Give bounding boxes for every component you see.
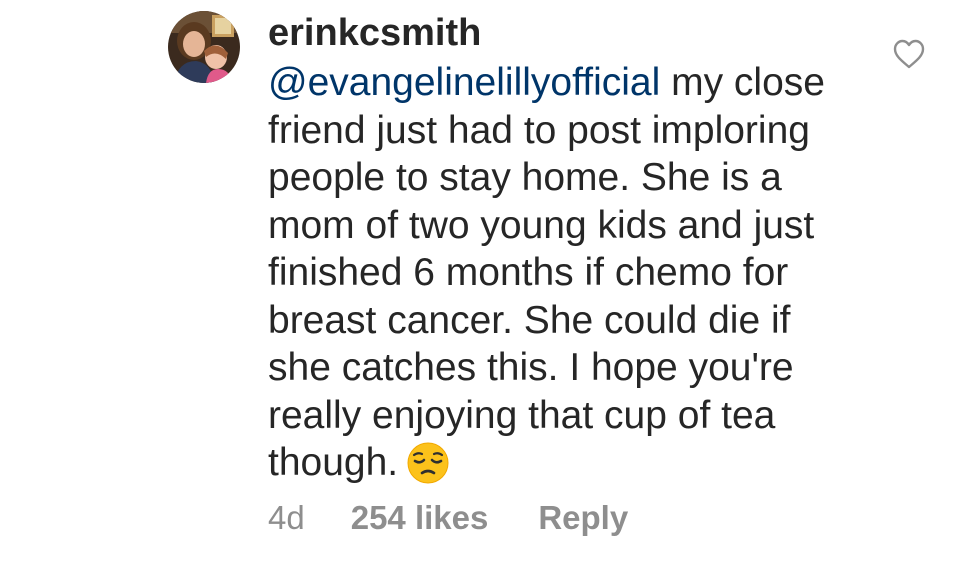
mention-link[interactable]: @evangelinelillyofficial [268,61,660,104]
avatar-image [168,11,240,83]
comment-meta: 4d 254 likes Reply [268,496,628,540]
comment-line: people to stay home. She is a [268,156,782,199]
likes-count-link[interactable]: 254 likes [351,496,489,540]
comment-text-fragment: my close [660,61,825,104]
comment-line: mom of two young kids and just [268,203,815,247]
comment-timestamp: 4d [268,499,305,536]
pensive-face-emoji-icon [406,441,450,497]
comment-username[interactable]: erinkcsmith [268,8,868,58]
avatar[interactable] [168,11,240,83]
comment-line: finished 6 months if chemo for [268,251,789,294]
comment-line: she catches this. I hope you're [268,346,794,389]
heart-outline-icon[interactable] [892,38,926,70]
reply-button[interactable]: Reply [538,496,628,540]
comment-line: friend just had to post imploring [268,108,810,152]
comment-text: @evangelinelillyofficial my close friend… [268,59,868,497]
comment-line: breast cancer. She could die if [268,298,791,342]
comment-line: really enjoying that cup of tea [268,393,776,437]
comment-line: @evangelinelillyofficial my close [268,59,868,107]
comment: erinkcsmith @evangelinelillyofficial my … [0,0,980,580]
comment-content: erinkcsmith @evangelinelillyofficial my … [268,8,868,497]
comment-text-fragment: though. [268,441,399,484]
comment-line: though. [268,439,868,497]
